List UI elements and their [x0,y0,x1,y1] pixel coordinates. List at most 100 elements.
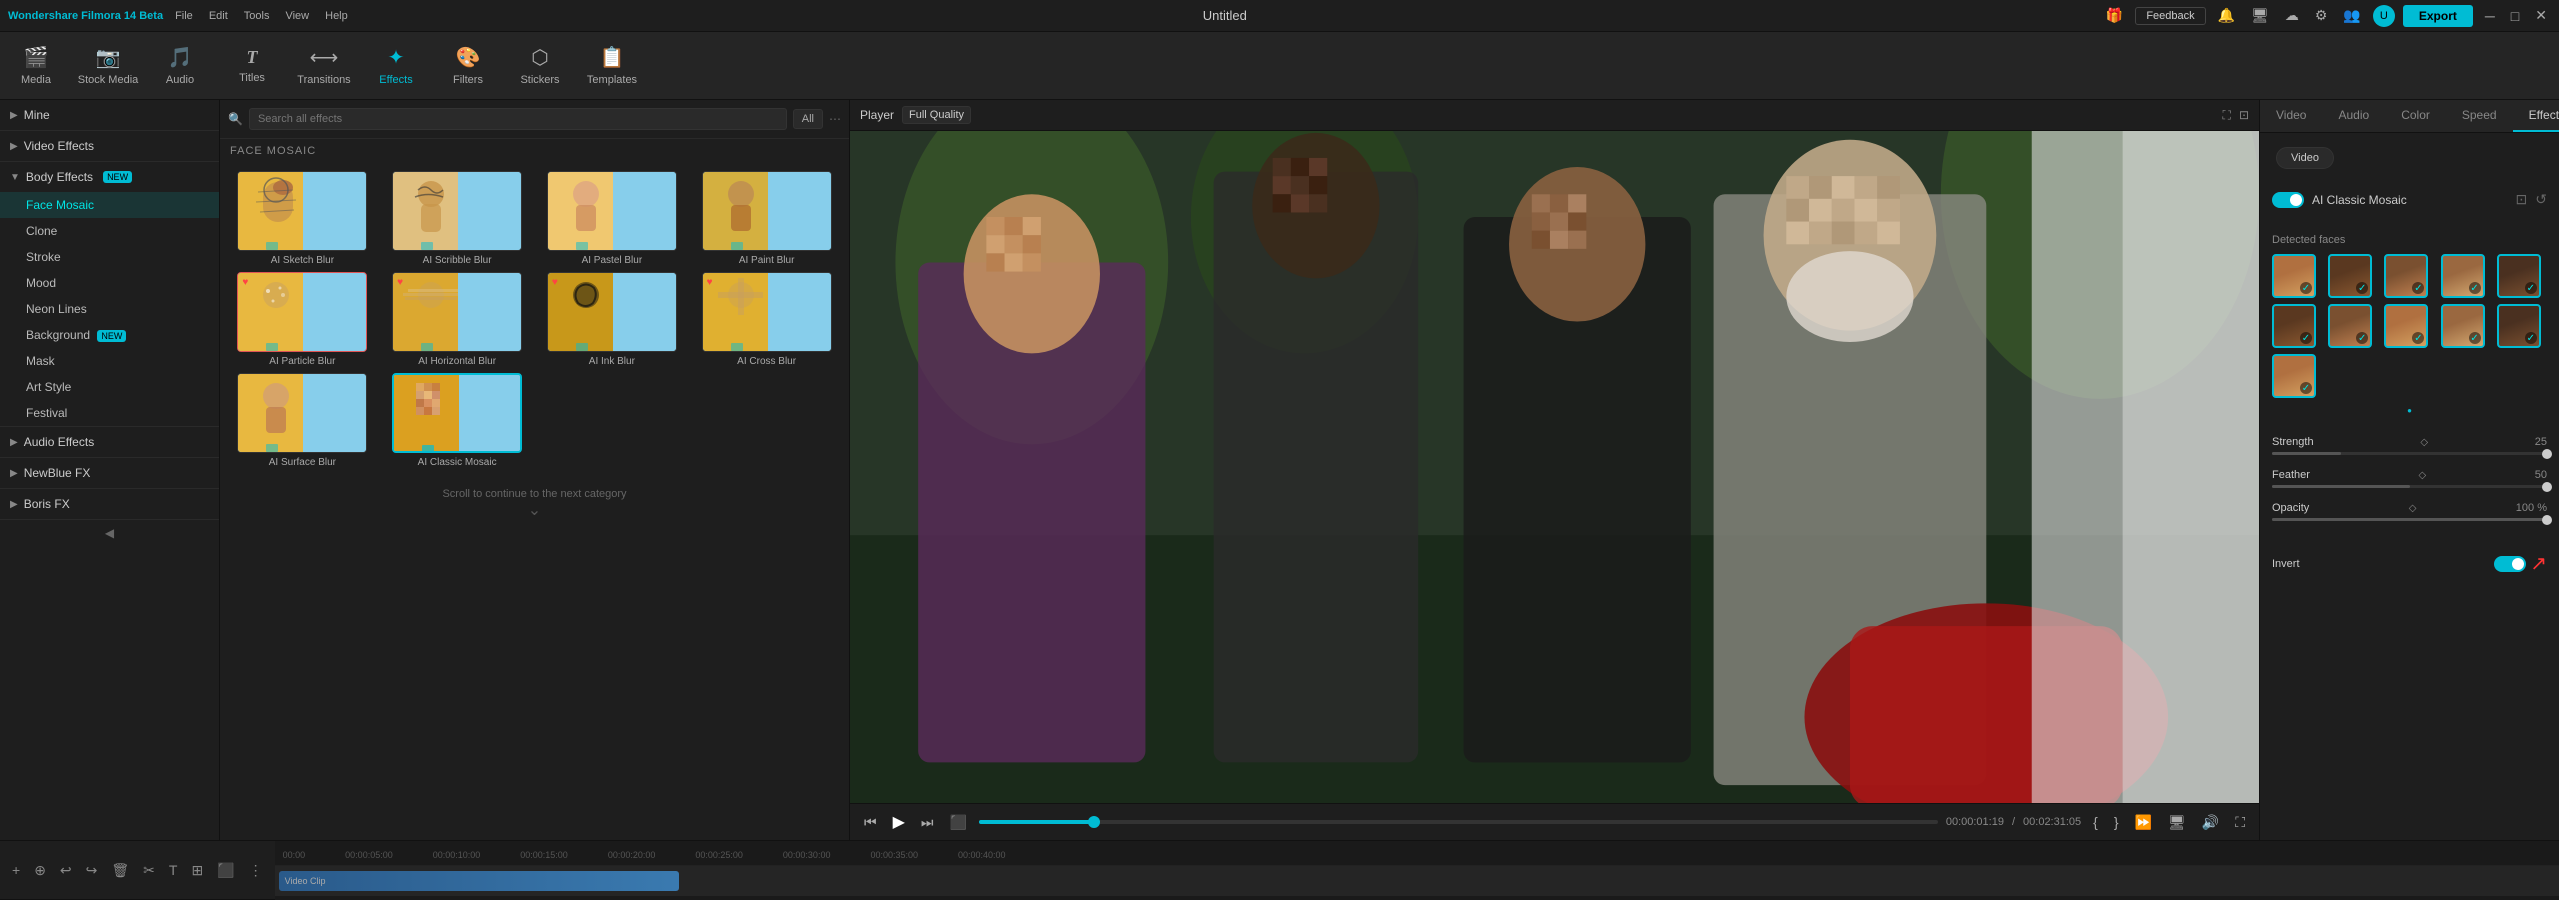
user-avatar[interactable]: U [2373,5,2395,27]
feather-slider[interactable] [2272,485,2547,488]
panel-item-face-mosaic[interactable]: Face Mosaic [0,192,219,218]
mark-in-button[interactable]: { [2089,812,2102,832]
face-thumb-10[interactable]: ✓ [2497,304,2541,348]
panel-item-art-style[interactable]: Art Style [0,374,219,400]
face-thumb-2[interactable]: ✓ [2328,254,2372,298]
skip-back-button[interactable]: ⏮ [860,812,881,833]
quality-select[interactable]: Full Quality [902,106,971,124]
tab-video[interactable]: Video [2260,100,2322,132]
tab-effects[interactable]: Effects [2513,100,2559,132]
face-thumb-7[interactable]: ✓ [2328,304,2372,348]
effect-ai-paint-blur[interactable]: AI Paint Blur [692,171,841,266]
add-media-icon[interactable]: + [8,860,24,880]
settings-icon[interactable]: ⚙ [2311,5,2332,26]
effect-ai-classic-mosaic[interactable]: AI Classic Mosaic [383,373,532,468]
opacity-slider[interactable] [2272,518,2547,521]
section-mine-header[interactable]: ▶ Mine [0,100,219,130]
text-icon[interactable]: T [165,860,182,880]
section-body-effects-header[interactable]: ▼ Body Effects NEW [0,162,219,192]
section-boris-header[interactable]: ▶ Boris FX [0,489,219,519]
face-thumb-4[interactable]: ✓ [2441,254,2485,298]
effect-ai-particle-blur[interactable]: ♥ AI Particle Blur [228,272,377,367]
tool-transitions[interactable]: ⟷ Transitions [288,32,360,100]
video-clip[interactable]: Video Clip [279,871,679,891]
cloud-icon[interactable]: ☁ [2281,5,2303,26]
strength-slider[interactable] [2272,452,2547,455]
effect-ai-surface-blur[interactable]: AI Surface Blur [228,373,377,468]
fullscreen-btn[interactable]: ⛶ [2231,812,2249,833]
face-thumb-5[interactable]: ✓ [2497,254,2541,298]
notification-icon[interactable]: 🔔 [2214,5,2239,26]
tool-titles[interactable]: T Titles [216,32,288,100]
invert-toggle[interactable] [2494,556,2526,572]
more-options-icon[interactable]: ⋯ [829,112,841,126]
panel-item-festival[interactable]: Festival [0,400,219,426]
panel-item-neon-lines[interactable]: Neon Lines [0,296,219,322]
undo-icon[interactable]: ↩ [56,860,76,881]
volume-icon[interactable]: 🔊 [2198,812,2223,833]
add-to-timeline-button[interactable]: ⏩ [2131,812,2156,833]
effect-ai-scribble-blur[interactable]: AI Scribble Blur [383,171,532,266]
face-thumb-8[interactable]: ✓ [2384,304,2428,348]
play-button[interactable]: ▶ [889,810,909,834]
video-pill[interactable]: Video [2276,147,2334,169]
tool-audio[interactable]: 🎵 Audio [144,32,216,100]
effect-ai-pastel-blur[interactable]: AI Pastel Blur [538,171,687,266]
panel-item-clone[interactable]: Clone [0,218,219,244]
panel-item-mood[interactable]: Mood [0,270,219,296]
mark-out-button[interactable]: } [2110,812,2123,832]
group-icon[interactable]: ⬛ [213,860,238,881]
progress-thumb[interactable] [1088,816,1100,828]
tool-filters[interactable]: 🎨 Filters [432,32,504,100]
tab-speed[interactable]: Speed [2446,100,2513,132]
effect-toggle[interactable] [2272,192,2304,208]
magnet-icon[interactable]: ⊕ [30,860,50,881]
search-input[interactable] [249,108,787,130]
feedback-button[interactable]: Feedback [2135,7,2205,25]
opacity-keyframe-icon[interactable]: ◇ [2409,503,2417,514]
section-newblue-header[interactable]: ▶ NewBlue FX [0,458,219,488]
collapse-panel-button[interactable]: ◀ [0,520,219,546]
copy-icon[interactable]: ⊡ [2516,191,2528,208]
tool-stickers[interactable]: ⬡ Stickers [504,32,576,100]
feather-keyframe-icon[interactable]: ◇ [2418,470,2426,481]
split-icon[interactable]: ⋮ [245,860,267,881]
close-icon[interactable]: ✕ [2531,5,2551,26]
effect-ai-ink-blur[interactable]: ♥ AI Ink Blur [538,272,687,367]
fullscreen-icon[interactable]: ⛶ [2223,108,2231,123]
tool-templates[interactable]: 📋 Templates [576,32,648,100]
people-icon[interactable]: 👥 [2339,5,2364,26]
progress-bar[interactable] [979,820,1938,824]
menu-file[interactable]: File [175,10,193,22]
cut-icon[interactable]: ✂ [139,860,159,881]
export-button[interactable]: Export [2403,5,2473,27]
strength-keyframe-icon[interactable]: ◇ [2420,437,2428,448]
menu-help[interactable]: Help [325,10,348,22]
gift-icon[interactable]: 🎁 [2102,5,2127,26]
menu-edit[interactable]: Edit [209,10,228,22]
maximize-icon[interactable]: □ [2507,6,2523,26]
opacity-thumb[interactable] [2542,515,2552,525]
filter-all-button[interactable]: All [793,109,823,129]
delete-icon[interactable]: 🗑 [107,860,133,881]
tool-media[interactable]: 🎬 Media [0,32,72,100]
menu-tools[interactable]: Tools [244,10,270,22]
redo-icon[interactable]: ↪ [82,860,102,881]
panel-item-background[interactable]: Background NEW [0,322,219,348]
crop-icon[interactable]: ⊡ [2239,108,2249,123]
menu-view[interactable]: View [285,10,309,22]
section-video-effects-header[interactable]: ▶ Video Effects [0,131,219,161]
strength-thumb[interactable] [2542,449,2552,459]
panel-item-stroke[interactable]: Stroke [0,244,219,270]
face-thumb-6[interactable]: ✓ [2272,304,2316,348]
monitor-icon[interactable]: 🖥 [2247,5,2273,26]
reset-icon[interactable]: ↺ [2535,191,2547,208]
skip-forward-button[interactable]: ⏭ [917,812,938,833]
section-audio-effects-header[interactable]: ▶ Audio Effects [0,427,219,457]
face-thumb-9[interactable]: ✓ [2441,304,2485,348]
minimize-icon[interactable]: ─ [2481,6,2499,26]
face-thumb-3[interactable]: ✓ [2384,254,2428,298]
tab-audio[interactable]: Audio [2322,100,2385,132]
effect-ai-sketch-blur[interactable]: AI Sketch Blur [228,171,377,266]
face-thumb-1[interactable]: ✓ [2272,254,2316,298]
